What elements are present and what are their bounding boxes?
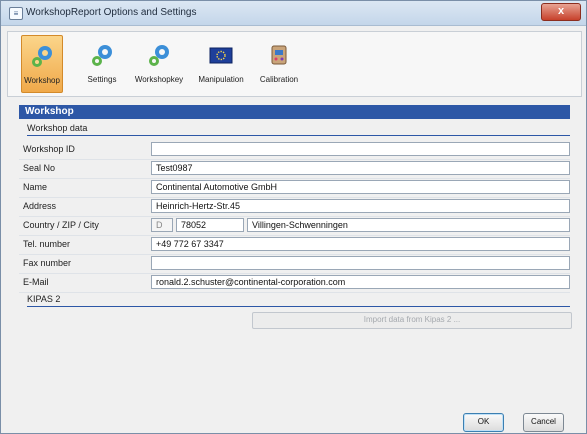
form-row-address: Address Heinrich-Hertz-Str.45 [19,198,570,217]
country-input[interactable]: D [151,218,173,232]
calibration-icon [271,45,287,65]
tel-number-input[interactable]: +49 772 67 3347 [151,237,570,251]
tool-workshop[interactable]: Workshop [21,35,63,93]
form-row-workshop-id: Workshop ID [19,141,570,160]
workshop-data-form: Workshop ID Seal No Test0987 Name Contin… [19,141,570,293]
email-input[interactable]: ronald.2.schuster@continental-corporatio… [151,275,570,289]
field-label: Workshop ID [23,144,75,154]
tool-workshopkey[interactable]: Workshopkey [132,35,186,91]
tool-settings[interactable]: Settings [83,35,121,91]
tool-label: Calibration [259,75,299,84]
form-row-seal-no: Seal No Test0987 [19,160,570,179]
field-label: Address [23,201,57,211]
section-header: Workshop [19,105,570,119]
import-kipas-button[interactable]: Import data from Kipas 2 ... [252,312,572,329]
close-button[interactable]: x [541,3,581,21]
settings-toolbar: Workshop Settings Workshopkey Manipulati… [7,31,582,97]
fax-number-input[interactable] [151,256,570,270]
eu-flag-icon [209,47,233,64]
city-input[interactable]: Villingen-Schwenningen [247,218,570,232]
field-label: Fax number [23,258,72,268]
form-row-tel-number: Tel. number +49 772 67 3347 [19,236,570,255]
gear-icon [32,46,52,67]
cancel-button[interactable]: Cancel [523,413,564,432]
tool-label: Settings [87,75,117,84]
seal-no-input[interactable]: Test0987 [151,161,570,175]
address-input[interactable]: Heinrich-Hertz-Str.45 [151,199,570,213]
field-label: Seal No [23,163,56,173]
options-window: ≡ WorkshopReport Options and Settings x … [0,0,587,434]
group-divider [27,135,570,136]
field-label: Name [23,182,48,192]
gear-icon [92,45,112,66]
form-row-email: E-Mail ronald.2.schuster@continental-cor… [19,274,570,293]
group-title-workshop-data: Workshop data [27,123,88,133]
group-title-kipas: KIPAS 2 [27,294,61,304]
app-icon: ≡ [9,7,23,20]
field-label: E-Mail [23,277,49,287]
tool-label: Workshopkey [134,75,184,84]
name-input[interactable]: Continental Automotive GmbH [151,180,570,194]
gear-icon [149,45,169,66]
tool-manipulation[interactable]: Manipulation [193,35,249,91]
form-row-name: Name Continental Automotive GmbH [19,179,570,198]
ok-button[interactable]: OK [463,413,504,432]
form-row-country-zip-city: Country / ZIP / City D 78052 Villingen-S… [19,217,570,236]
workshop-id-input[interactable] [151,142,570,156]
group-divider [27,306,570,307]
form-row-fax-number: Fax number [19,255,570,274]
field-label: Tel. number [23,239,71,249]
tool-label: Manipulation [198,75,244,84]
field-label: Country / ZIP / City [23,220,99,230]
title-bar[interactable]: ≡ WorkshopReport Options and Settings x [1,1,586,26]
tool-calibration[interactable]: Calibration [255,35,303,91]
zip-input[interactable]: 78052 [176,218,244,232]
window-title: WorkshopReport Options and Settings [26,7,197,18]
tool-label: Workshop [24,76,60,85]
